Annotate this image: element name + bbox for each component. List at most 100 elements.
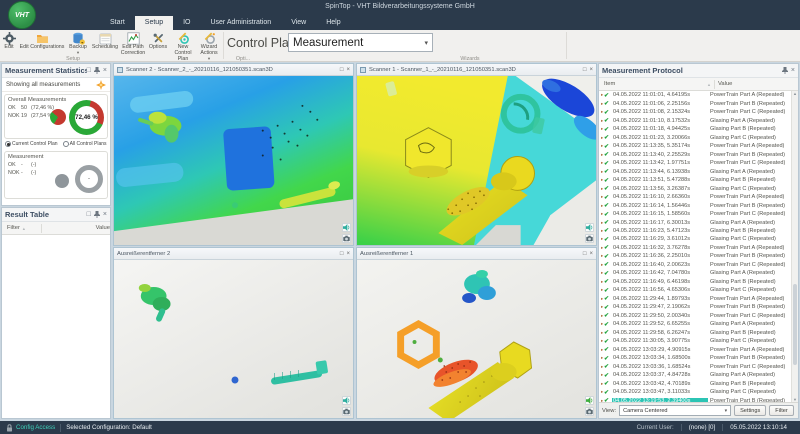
close-icon[interactable]: × — [589, 67, 593, 73]
view-select[interactable]: Camera Centered ▾ — [619, 405, 731, 416]
maximize-icon[interactable]: □ — [583, 67, 587, 73]
pin-icon[interactable] — [94, 67, 100, 74]
protocol-row[interactable]: ▸ ✔ 04.05.2022 13:03:42, 4.70189s Glasin… — [599, 379, 798, 387]
speaker-icon[interactable] — [342, 396, 351, 405]
protocol-row[interactable]: ▸ ✔ 04.05.2022 13:19:53, 2.39400s PowerT… — [599, 396, 798, 402]
protocol-row[interactable]: ▸ ✔ 04.05.2022 11:16:32, 3.76278s PowerT… — [599, 244, 798, 252]
protocol-scrollbar[interactable]: ▲ ▼ — [791, 91, 798, 402]
maximize-icon[interactable]: □ — [340, 251, 344, 257]
camera-icon[interactable] — [585, 234, 594, 243]
protocol-row[interactable]: ▸ ✔ 04.05.2022 11:13:42, 1.97751s PowerT… — [599, 159, 798, 167]
protocol-row[interactable]: ▸ ✔ 04.05.2022 11:29:58, 6.26247s Glasin… — [599, 329, 798, 337]
protocol-row[interactable]: ▸ ✔ 04.05.2022 11:16:42, 7.04780s Glasin… — [599, 269, 798, 277]
protocol-row[interactable]: ▸ ✔ 04.05.2022 11:16:36, 2.25010s PowerT… — [599, 252, 798, 260]
wizard-actions-button[interactable]: Wizard Actions ▾ — [196, 32, 222, 56]
protocol-row[interactable]: ▸ ✔ 04.05.2022 11:01:06, 2.25156s PowerT… — [599, 99, 798, 107]
result-table-body[interactable] — [2, 235, 110, 418]
protocol-row[interactable]: ▸ ✔ 04.05.2022 11:13:51, 5.47288s Glasin… — [599, 176, 798, 184]
tab-setup[interactable]: Setup — [135, 16, 173, 30]
close-icon[interactable]: × — [589, 251, 593, 257]
camera-icon[interactable] — [585, 407, 594, 416]
protocol-row[interactable]: ▸ ✔ 04.05.2022 11:16:23, 5.47123s Glasin… — [599, 227, 798, 235]
viewport-titlebar[interactable]: Scanner 1 - Scanner_1_-_20210116_1210503… — [357, 64, 596, 76]
protocol-row[interactable]: ▸ ✔ 04.05.2022 11:16:14, 1.56446s PowerT… — [599, 201, 798, 209]
protocol-row[interactable]: ▸ ✔ 04.05.2022 11:16:40, 2.00623s PowerT… — [599, 261, 798, 269]
scanner2-3d-view[interactable] — [114, 76, 353, 245]
protocol-row[interactable]: ▸ ✔ 04.05.2022 13:03:37, 4.84728s Glasin… — [599, 371, 798, 379]
scanner1-3d-view[interactable] — [357, 76, 596, 245]
control-plan-select[interactable]: Measurement ▾ — [288, 33, 433, 52]
close-icon[interactable]: × — [103, 211, 107, 218]
maximize-icon[interactable]: □ — [583, 251, 587, 257]
scroll-up-icon[interactable]: ▲ — [793, 91, 797, 96]
protocol-row[interactable]: ▸ ✔ 04.05.2022 11:29:50, 2.00340s PowerT… — [599, 312, 798, 320]
protocol-row[interactable]: ▸ ✔ 04.05.2022 11:16:56, 4.65306s Glasin… — [599, 286, 798, 294]
close-icon[interactable]: × — [346, 251, 350, 257]
protocol-row[interactable]: ▸ ✔ 04.05.2022 11:16:10, 2.66360s PowerT… — [599, 193, 798, 201]
protocol-row[interactable]: ▸ ✔ 04.05.2022 11:29:44, 1.89793s PowerT… — [599, 295, 798, 303]
outlier-remover-1-3d-view[interactable] — [357, 260, 596, 418]
radio-all-control-plans[interactable]: All Control Plans — [63, 141, 107, 147]
speaker-icon[interactable] — [585, 396, 594, 405]
protocol-row[interactable]: ▸ ✔ 04.05.2022 11:13:56, 3.26387s Glasin… — [599, 184, 798, 192]
scrollbar-thumb[interactable] — [793, 284, 797, 365]
tab-io[interactable]: IO — [173, 16, 200, 30]
protocol-row[interactable]: ▸ ✔ 04.05.2022 11:01:10, 8.17532s Glasin… — [599, 116, 798, 124]
tab-view[interactable]: View — [281, 16, 316, 30]
column-filter[interactable]: Filter — [2, 225, 20, 231]
edit-path-correction-button[interactable]: Edit Path Correction — [120, 32, 146, 56]
backup-button[interactable]: Backup ▾ — [66, 32, 90, 56]
column-item[interactable]: Item — [599, 81, 615, 87]
protocol-row[interactable]: ▸ ✔ 04.05.2022 13:03:29, 4.90915s PowerT… — [599, 346, 798, 354]
column-value[interactable]: Value — [718, 81, 798, 87]
pin-icon[interactable] — [94, 211, 100, 218]
protocol-row[interactable]: ▸ ✔ 04.05.2022 11:13:35, 5.35174s PowerT… — [599, 142, 798, 150]
protocol-row[interactable]: ▸ ✔ 04.05.2022 13:03:34, 1.68500s PowerT… — [599, 354, 798, 362]
protocol-row[interactable]: ▸ ✔ 04.05.2022 11:13:40, 2.25529s PowerT… — [599, 150, 798, 158]
tab-user-administration[interactable]: User Administration — [200, 16, 281, 30]
outlier-remover-2-3d-view[interactable] — [114, 260, 353, 418]
protocol-row[interactable]: ▸ ✔ 04.05.2022 11:01:08, 2.15324s PowerT… — [599, 108, 798, 116]
close-icon[interactable]: × — [103, 67, 107, 74]
radio-current-control-plan[interactable]: Current Control Plan — [5, 141, 58, 147]
protocol-row[interactable]: ▸ ✔ 04.05.2022 11:29:52, 6.65255s Glasin… — [599, 320, 798, 328]
protocol-row[interactable]: ▸ ✔ 04.05.2022 11:01:18, 4.94425s Glasin… — [599, 125, 798, 133]
viewport-titlebar[interactable]: Ausreißerentferner 2 □× — [114, 248, 353, 260]
camera-icon[interactable] — [342, 234, 351, 243]
maximize-icon[interactable]: □ — [87, 211, 91, 218]
scheduling-button[interactable]: Scheduling — [90, 32, 120, 56]
close-icon[interactable]: × — [791, 67, 795, 74]
config-access-label[interactable]: Config Access — [16, 424, 55, 431]
refresh-star-icon[interactable] — [96, 80, 106, 90]
tab-start[interactable]: Start — [100, 16, 135, 30]
protocol-row[interactable]: ▸ ✔ 04.05.2022 11:01:01, 4.64195s PowerT… — [599, 91, 798, 99]
maximize-icon[interactable]: □ — [340, 67, 344, 73]
options-button[interactable]: Options — [146, 32, 170, 56]
speaker-icon[interactable] — [585, 223, 594, 232]
new-control-plan-button[interactable]: New Control Plan ▾ — [170, 32, 196, 56]
protocol-row[interactable]: ▸ ✔ 04.05.2022 11:16:49, 6.46198s Glasin… — [599, 278, 798, 286]
tab-help[interactable]: Help — [316, 16, 350, 30]
viewport-titlebar[interactable]: Ausreißerentferner 1 □× — [357, 248, 596, 260]
edit-configurations-button[interactable]: Edit Configurations — [18, 32, 66, 56]
speaker-icon[interactable] — [342, 223, 351, 232]
protocol-row[interactable]: ▸ ✔ 04.05.2022 13:03:36, 1.68524s PowerT… — [599, 363, 798, 371]
edit-button[interactable]: Edit — [0, 32, 18, 56]
scroll-down-icon[interactable]: ▼ — [793, 397, 797, 402]
filter-button[interactable]: Filter — [769, 405, 793, 416]
protocol-row[interactable]: ▸ ✔ 04.05.2022 11:30:05, 3.90775s Glasin… — [599, 337, 798, 345]
camera-icon[interactable] — [342, 407, 351, 416]
protocol-row[interactable]: ▸ ✔ 04.05.2022 11:16:17, 6.30013s Glasin… — [599, 218, 798, 226]
maximize-icon[interactable]: □ — [87, 67, 91, 74]
close-icon[interactable]: × — [346, 67, 350, 73]
settings-button[interactable]: Settings — [734, 405, 766, 416]
protocol-row[interactable]: ▸ ✔ 04.05.2022 11:01:23, 3.20066s Glasin… — [599, 133, 798, 141]
protocol-row[interactable]: ▸ ✔ 04.05.2022 11:16:29, 3.61012s Glasin… — [599, 235, 798, 243]
pin-icon[interactable] — [782, 67, 788, 74]
protocol-row[interactable]: ▸ ✔ 04.05.2022 11:16:15, 1.58560s PowerT… — [599, 210, 798, 218]
protocol-row[interactable]: ▸ ✔ 04.05.2022 11:29:47, 2.19062s PowerT… — [599, 303, 798, 311]
protocol-row[interactable]: ▸ ✔ 04.05.2022 13:03:47, 3.11033s Glasin… — [599, 388, 798, 396]
column-value[interactable]: Value — [96, 225, 110, 231]
protocol-row[interactable]: ▸ ✔ 04.05.2022 11:13:44, 6.13938s Glasin… — [599, 167, 798, 175]
viewport-titlebar[interactable]: Scanner 2 - Scanner_2_-_20210116_1210503… — [114, 64, 353, 76]
